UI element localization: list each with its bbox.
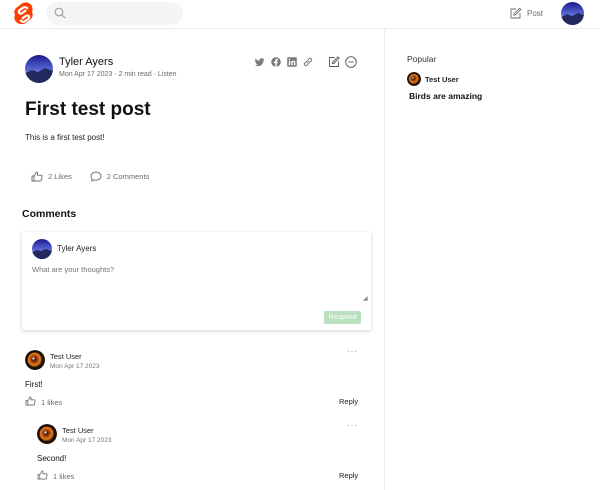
read-time: 2 min read xyxy=(118,71,152,78)
write-post-label: Post xyxy=(527,8,544,18)
edit-icon[interactable] xyxy=(328,56,340,68)
commenter-name[interactable]: Test User xyxy=(50,352,82,361)
comment-composer: Tyler Ayers ◢ Respond xyxy=(22,232,371,330)
top-bar: Post xyxy=(0,0,600,29)
thumbs-up-icon[interactable] xyxy=(37,470,48,480)
reply-button[interactable]: Reply xyxy=(339,397,358,406)
comment-text: Second! xyxy=(37,454,67,463)
popular-author-name: Test User xyxy=(425,75,459,84)
thumbs-up-icon[interactable] xyxy=(31,171,43,182)
comment-more-button[interactable]: ··· xyxy=(347,420,358,430)
reply-button[interactable]: Reply xyxy=(339,471,358,480)
svelte-logo[interactable] xyxy=(13,2,35,27)
popular-post-item[interactable]: Test User Birds are amazing xyxy=(407,71,587,103)
respond-button[interactable]: Respond xyxy=(324,311,361,324)
likes-count: 2 Likes xyxy=(48,172,72,181)
composer-user-name: Tyler Ayers xyxy=(57,244,97,253)
write-post-button[interactable]: Post xyxy=(509,5,543,21)
comment-textarea[interactable] xyxy=(32,265,362,303)
thumbs-up-icon[interactable] xyxy=(25,396,36,406)
link-icon[interactable] xyxy=(303,57,313,67)
comment-item: Test User Mon Apr 17 2023 ··· Second! 1 … xyxy=(37,420,377,484)
comment-icon[interactable] xyxy=(90,171,102,182)
user-avatar[interactable] xyxy=(561,2,584,25)
column-divider xyxy=(384,29,385,490)
comment-more-button[interactable]: ··· xyxy=(347,346,358,356)
composer-avatar xyxy=(32,239,52,259)
commenter-avatar[interactable] xyxy=(25,350,45,370)
commenter-name[interactable]: Test User xyxy=(62,426,94,435)
twitter-icon[interactable] xyxy=(255,57,265,67)
pencil-square-icon xyxy=(510,7,522,18)
post-date: Mon Apr 17 2023 xyxy=(59,71,113,78)
comments-count[interactable]: 2 Comments xyxy=(107,172,150,181)
more-circle-icon[interactable] xyxy=(345,56,357,68)
post-body: This is a first test post! xyxy=(25,133,105,142)
comment-text: First! xyxy=(25,380,43,389)
comment-likes: 1 likes xyxy=(41,398,63,407)
author-avatar[interactable] xyxy=(25,55,53,83)
comment-date: Mon Apr 17 2023 xyxy=(50,363,100,370)
author-name[interactable]: Tyler Ayers xyxy=(59,56,113,68)
search-box[interactable] xyxy=(46,2,183,25)
post-title: First test post xyxy=(25,99,151,120)
resize-handle[interactable]: ◢ xyxy=(363,295,368,302)
popular-author-avatar xyxy=(407,72,421,86)
post-meta: Mon Apr 17 2023 · 2 min read · Listen xyxy=(59,71,177,78)
search-icon xyxy=(54,7,66,19)
post-author-block: Tyler Ayers Mon Apr 17 2023 · 2 min read… xyxy=(25,55,365,85)
post-actions xyxy=(328,56,357,68)
comment-item: Test User Mon Apr 17 2023 ··· First! 1 l… xyxy=(25,346,365,410)
comment-likes: 1 likes xyxy=(53,472,75,481)
share-icons xyxy=(255,57,313,67)
comment-date: Mon Apr 17 2023 xyxy=(62,437,112,444)
listen-link[interactable]: Listen xyxy=(158,71,177,78)
commenter-avatar[interactable] xyxy=(37,424,57,444)
linkedin-icon[interactable] xyxy=(287,57,297,67)
popular-post-title[interactable]: Birds are amazing xyxy=(409,91,482,101)
comments-heading: Comments xyxy=(22,208,77,220)
facebook-icon[interactable] xyxy=(271,57,281,67)
popular-heading: Popular xyxy=(407,54,437,64)
post-stats: 2 Likes 2 Comments xyxy=(31,171,149,182)
search-input[interactable] xyxy=(72,5,176,22)
